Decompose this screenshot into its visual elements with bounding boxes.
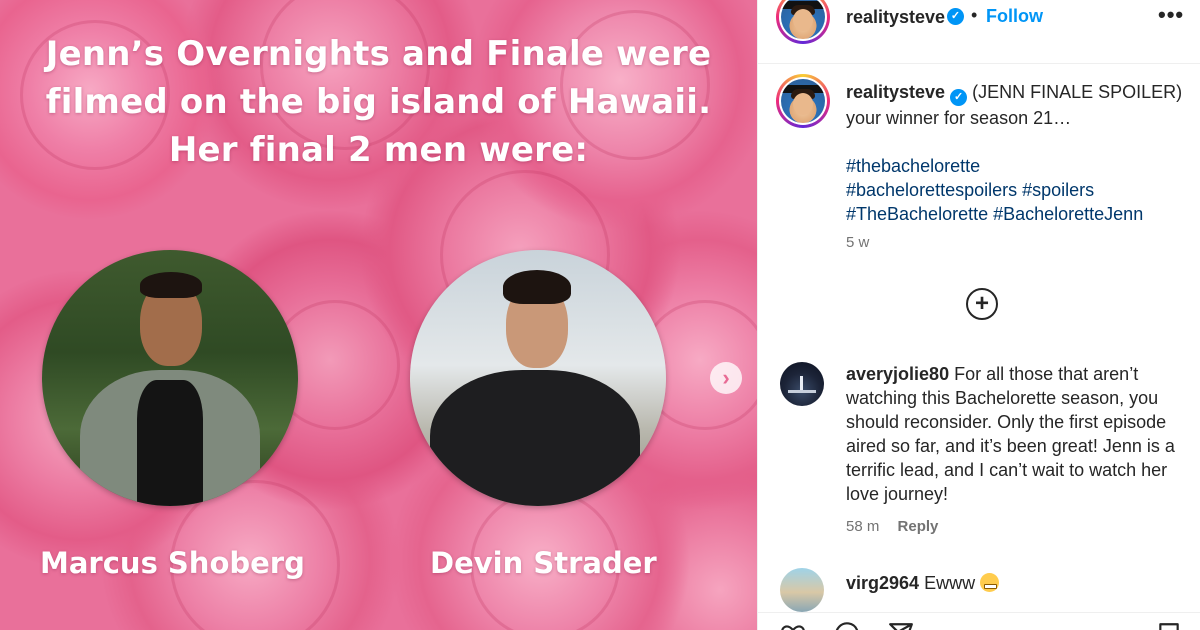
author-username-link[interactable]: realitysteve — [846, 7, 945, 28]
commenter-avatar[interactable] — [780, 568, 824, 612]
comment-bubble-icon[interactable] — [834, 621, 860, 630]
commenter-avatar[interactable] — [780, 362, 824, 406]
contestant-name: Devin Strader — [430, 546, 657, 580]
hashtag-link[interactable]: #thebachelorette — [846, 156, 980, 176]
carousel-next-button[interactable]: › — [710, 362, 742, 394]
contestant-photo — [410, 250, 666, 506]
grimacing-face-icon — [980, 573, 1000, 592]
heart-icon[interactable] — [780, 621, 806, 630]
comment-text: Ewww — [924, 573, 976, 593]
commenter-username-link[interactable]: averyjolie80 — [846, 364, 949, 384]
hashtag-link[interactable]: #TheBachelorette #BacheloretteJenn — [846, 204, 1143, 224]
separator-dot: • — [971, 5, 978, 25]
contestant-name: Marcus Shoberg — [40, 546, 305, 580]
contestant-photo — [42, 250, 298, 506]
author-avatar[interactable] — [776, 0, 830, 44]
post-side-panel: realitysteve ✓ • Follow ••• realitysteve… — [757, 0, 1200, 630]
comment-body: virg2964 Ewww — [846, 571, 1191, 595]
person-shirt — [137, 380, 203, 506]
comment-text: For all those that aren’t watching this … — [846, 364, 1175, 504]
person-hair — [140, 272, 202, 298]
bookmark-icon[interactable] — [1156, 621, 1182, 630]
comment-timestamp[interactable]: 58 m — [846, 518, 879, 535]
post-timestamp[interactable]: 5 w — [846, 234, 869, 251]
person-hair — [503, 270, 571, 304]
verified-badge-icon: ✓ — [947, 8, 964, 25]
commenter-username-link[interactable]: virg2964 — [846, 573, 919, 593]
headline-line: Jenn’s Overnights and Finale were — [45, 34, 712, 74]
headline-line: filmed on the big island of Hawaii. — [45, 82, 712, 122]
caption-username-link[interactable]: realitysteve — [846, 82, 945, 102]
verified-badge-icon: ✓ — [950, 89, 968, 106]
avatar-image — [781, 79, 825, 123]
reply-button[interactable]: Reply — [898, 518, 939, 535]
headline-line: Her final 2 men were: — [168, 130, 589, 170]
comment-meta: 58 m Reply — [846, 518, 952, 535]
load-more-comments-icon[interactable]: + — [966, 288, 998, 320]
post-action-bar — [758, 612, 1200, 630]
comment-body: averyjolie80 For all those that aren’t w… — [846, 362, 1191, 506]
caption-body: realitysteve ✓ (JENN FINALE SPOILER) you… — [846, 80, 1191, 226]
person-shirt — [430, 370, 640, 506]
send-paper-plane-icon[interactable] — [888, 621, 914, 630]
more-options-icon[interactable]: ••• — [1158, 2, 1184, 28]
caption-author-avatar[interactable] — [776, 74, 830, 128]
hashtag-link[interactable]: #bachelorettespoilers #spoilers — [846, 180, 1094, 200]
post-header: realitysteve ✓ • Follow ••• — [758, 0, 1200, 64]
chevron-right-icon: › — [722, 365, 730, 390]
avatar-image — [781, 0, 825, 39]
media-headline: Jenn’s Overnights and Finale were filmed… — [0, 30, 757, 174]
post-media-image: Jenn’s Overnights and Finale were filmed… — [0, 0, 757, 630]
follow-button[interactable]: Follow — [986, 6, 1043, 27]
